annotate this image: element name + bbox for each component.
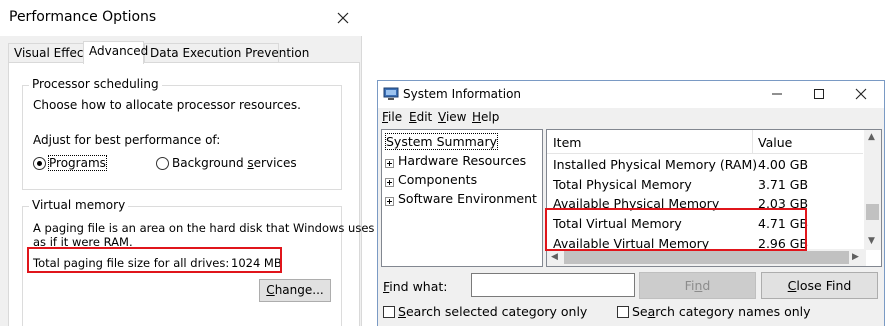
value-cell: 4.00 GB xyxy=(758,157,809,172)
access-key: S xyxy=(398,304,406,319)
group-legend: Processor scheduling xyxy=(29,77,162,91)
scroll-down-icon[interactable]: ▼ xyxy=(868,236,875,246)
label-text: earch selected category only xyxy=(405,304,588,319)
performance-options-window: Performance Options Visual Effects Advan… xyxy=(0,0,374,326)
button-label: Fi xyxy=(684,278,695,293)
menu-label: elp xyxy=(481,110,500,124)
system-information-app-icon xyxy=(383,87,399,101)
maximize-icon[interactable] xyxy=(809,85,829,103)
radio-label: Background services xyxy=(172,156,297,170)
label-text: rch category names only xyxy=(655,304,811,319)
label-text: ind what: xyxy=(389,279,448,294)
column-header-value[interactable]: Value xyxy=(758,135,792,150)
expand-icon[interactable] xyxy=(385,178,394,187)
programs-radio[interactable]: Programs xyxy=(33,155,107,171)
tab-data-execution-prevention[interactable]: Data Execution Prevention xyxy=(144,43,309,63)
group-legend: Virtual memory xyxy=(29,198,129,212)
find-button[interactable]: Find xyxy=(639,272,756,299)
close-icon[interactable] xyxy=(332,7,354,29)
background-services-radio[interactable]: Background services xyxy=(156,156,297,170)
column-divider[interactable] xyxy=(752,130,753,154)
item-cell: Installed Physical Memory (RAM) xyxy=(553,157,758,172)
button-label: hange... xyxy=(274,283,324,297)
radio-selected-icon xyxy=(33,156,46,170)
processor-description: Choose how to allocate processor resourc… xyxy=(33,98,301,112)
checkbox-label: Search category names only xyxy=(632,304,811,319)
tree-item-software-environment[interactable]: Software Environment xyxy=(398,191,537,206)
menu-label: iew xyxy=(445,110,467,124)
adjust-label: Adjust for best performance of: xyxy=(33,133,221,147)
tree-item-hardware-resources[interactable]: Hardware Resources xyxy=(398,153,526,168)
table-row[interactable]: Total Physical Memory 3.71 GB xyxy=(547,175,863,195)
tab-advanced[interactable]: Advanced xyxy=(83,41,148,64)
change-button[interactable]: Change... xyxy=(259,279,331,302)
search-selected-category-checkbox[interactable]: Search selected category only xyxy=(383,304,587,319)
access-key: H xyxy=(472,110,482,124)
checkbox-unchecked-icon xyxy=(383,305,395,318)
search-category-names-checkbox[interactable]: Search category names only xyxy=(617,304,811,319)
tree-item-system-summary[interactable]: System Summary xyxy=(385,133,498,150)
category-tree: System Summary Hardware Resources Compon… xyxy=(381,129,543,267)
window-title: System Information xyxy=(403,87,522,101)
label-part: ervices xyxy=(253,156,297,170)
radio-empty-icon xyxy=(156,156,169,170)
highlight-box xyxy=(545,208,807,251)
tab-label: Advanced xyxy=(89,44,149,58)
column-header-item[interactable]: Item xyxy=(553,135,581,150)
list-header: Item Value xyxy=(547,130,863,154)
tab-visual-effects[interactable]: Visual Effects xyxy=(8,43,94,63)
menu-label: ile xyxy=(388,110,403,124)
access-key: C xyxy=(266,283,275,297)
table-row[interactable]: Installed Physical Memory (RAM) 4.00 GB xyxy=(547,155,863,175)
menu-edit[interactable]: Edit xyxy=(409,110,432,124)
expand-icon[interactable] xyxy=(385,159,394,168)
processor-scheduling-group: Processor scheduling Choose how to alloc… xyxy=(22,77,342,190)
label-part: Background xyxy=(172,156,248,170)
button-label: d xyxy=(702,278,711,293)
paging-description-line1: A paging file is an area on the hard dis… xyxy=(33,221,375,235)
access-key: E xyxy=(409,110,417,124)
system-information-window: System Information File Edit View Help S… xyxy=(377,80,885,326)
vertical-scrollbar[interactable]: ▲ ▼ xyxy=(864,130,881,250)
tree-item-components[interactable]: Components xyxy=(398,172,477,187)
title-bar: Performance Options xyxy=(0,0,362,36)
value-cell: 3.71 GB xyxy=(758,177,809,192)
menu-label: dit xyxy=(416,110,433,124)
scroll-thumb[interactable] xyxy=(564,251,849,264)
tab-label: Data Execution Prevention xyxy=(150,46,310,60)
scroll-right-icon[interactable]: ▶ xyxy=(852,252,859,262)
find-what-label: Find what: xyxy=(383,279,448,294)
close-icon[interactable] xyxy=(851,85,871,103)
menu-bar: File Edit View Help xyxy=(378,109,884,127)
item-cell: Total Physical Memory xyxy=(553,177,692,192)
checkbox-label: Search selected category only xyxy=(398,304,587,319)
highlight-box xyxy=(27,247,282,273)
window-title: Performance Options xyxy=(9,9,157,25)
horizontal-scrollbar[interactable]: ◀ ▶ xyxy=(547,249,866,266)
button-label: lose Find xyxy=(796,278,852,293)
expand-icon[interactable] xyxy=(385,197,394,206)
close-find-button[interactable]: Close Find xyxy=(761,272,878,299)
checkbox-unchecked-icon xyxy=(617,305,629,318)
label-text: Se xyxy=(632,304,648,319)
title-bar: System Information xyxy=(378,81,884,108)
scroll-left-icon[interactable]: ◀ xyxy=(551,252,558,262)
scroll-up-icon[interactable]: ▲ xyxy=(868,132,875,142)
radio-label: Programs xyxy=(48,155,107,171)
minimize-icon[interactable] xyxy=(767,85,787,103)
access-key: V xyxy=(438,110,446,124)
menu-view[interactable]: View xyxy=(438,110,466,124)
find-what-input[interactable] xyxy=(471,273,635,297)
advanced-panel: Processor scheduling Choose how to alloc… xyxy=(8,62,374,326)
scroll-thumb[interactable] xyxy=(866,204,879,220)
menu-file[interactable]: File xyxy=(382,110,402,124)
menu-help[interactable]: Help xyxy=(472,110,499,124)
